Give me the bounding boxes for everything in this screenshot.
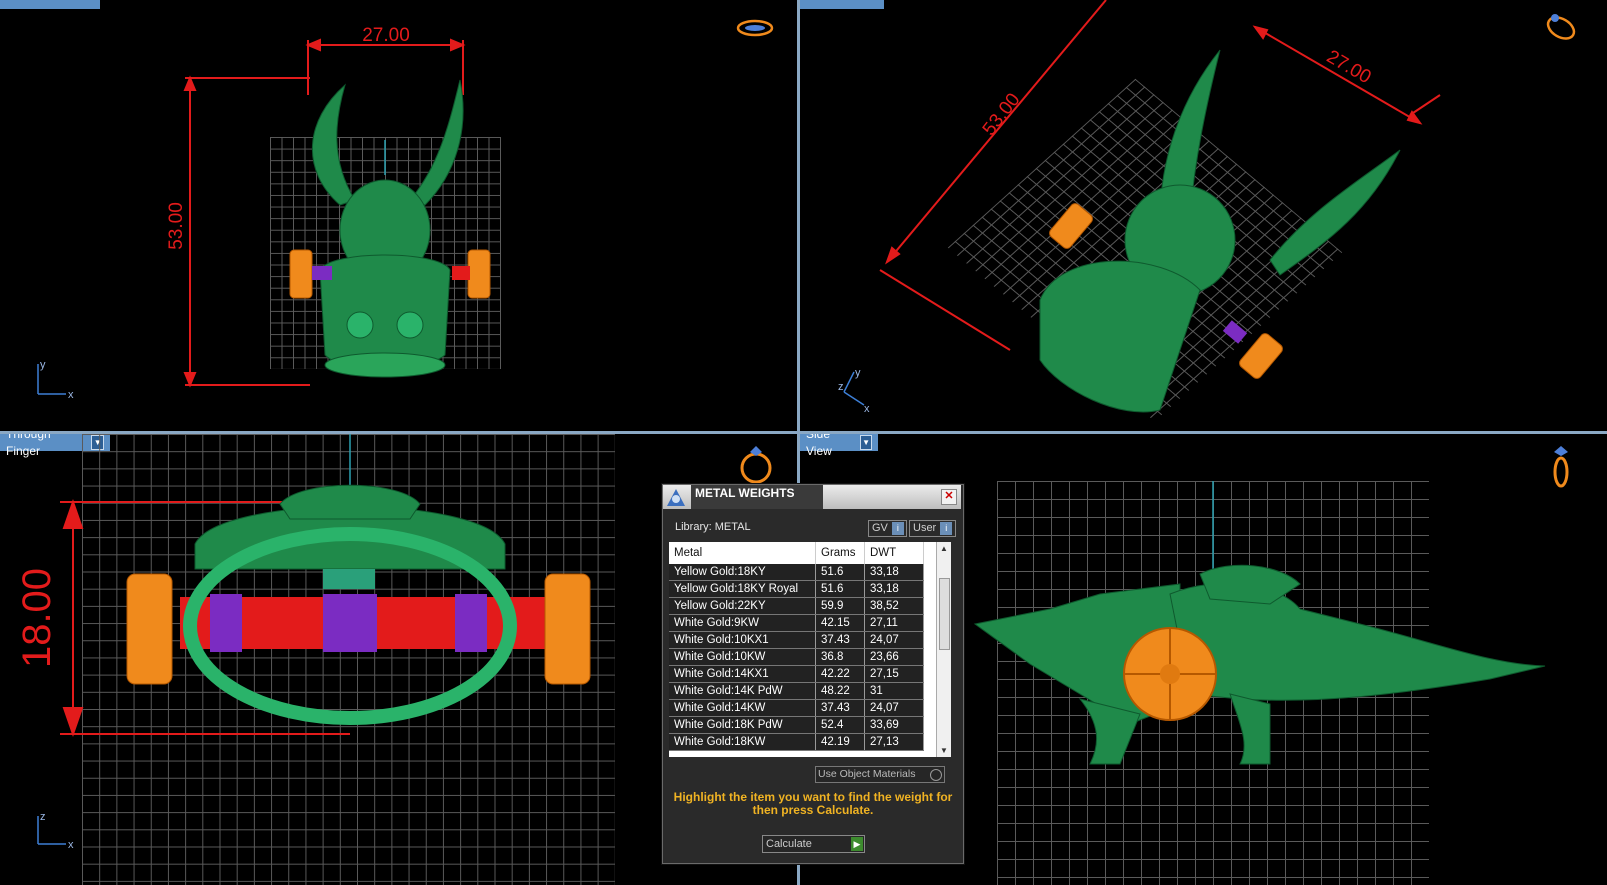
table-scrollbar[interactable]: ▲ ▼ [936, 542, 951, 757]
table-row[interactable]: White Gold:10KX1 37.43 24,07 [669, 631, 924, 649]
table-row[interactable]: White Gold:9KW 42.15 27,11 [669, 614, 924, 632]
play-arrow-icon: ▶ [851, 837, 863, 851]
cell-metal: White Gold:18KW [669, 733, 816, 751]
dialog-titlebar[interactable]: METAL WEIGHTS ✕ [663, 485, 961, 509]
use-object-materials-option[interactable]: Use Object Materials [815, 766, 945, 783]
cell-dwt: 31 [864, 682, 924, 700]
cell-grams: 42.15 [815, 614, 865, 632]
library-label: Library: METAL [675, 521, 751, 533]
cell-grams: 36.8 [815, 648, 865, 666]
cell-dwt: 33,18 [864, 580, 924, 598]
table-row[interactable]: White Gold:14KW 37.43 24,07 [669, 699, 924, 717]
cell-dwt: 33,18 [864, 564, 924, 581]
toggle-gv[interactable]: GV i [868, 520, 907, 537]
table-header-row: Metal Grams DWT [669, 542, 924, 564]
ring-icon-top-left[interactable] [736, 18, 774, 38]
toggle-user-label: User [913, 522, 937, 534]
viewport-perspective[interactable]: 53.00 27.00 y z x [800, 0, 1607, 431]
dim-finger-label: 18.00 [15, 568, 59, 668]
axis-y-label-persp: y [855, 367, 861, 379]
ring-icon-through-finger[interactable] [736, 444, 776, 484]
cell-grams: 52.4 [815, 716, 865, 734]
table-row[interactable]: White Gold:18K PdW 52.4 33,69 [669, 716, 924, 734]
cell-dwt: 33,69 [864, 716, 924, 734]
cell-dwt: 24,07 [864, 699, 924, 717]
cell-metal: White Gold:14KX1 [669, 665, 816, 683]
cell-metal: Yellow Gold:18KY [669, 564, 816, 581]
cell-metal: White Gold:14KW [669, 699, 816, 717]
top-view-drawing: 27.00 53.00 y x [37, 25, 491, 401]
axis-z-label-finger: z [40, 811, 46, 823]
scroll-down-icon[interactable]: ▼ [940, 746, 948, 755]
cell-dwt: 27,13 [864, 733, 924, 751]
metal-weights-dialog[interactable]: METAL WEIGHTS ✕ Library: METAL GV i User i… [662, 484, 964, 864]
scrollbar-thumb[interactable] [939, 578, 950, 650]
cell-dwt: 27,15 [864, 665, 924, 683]
calculate-button[interactable]: Calculate ▶ [762, 835, 865, 853]
app-logo-icon [665, 488, 687, 508]
axis-x-label: x [68, 389, 74, 401]
table-row[interactable]: Yellow Gold:22KY 59.9 38,52 [669, 597, 924, 615]
cell-metal: White Gold:9KW [669, 614, 816, 632]
cell-grams: 37.43 [815, 699, 865, 717]
column-header-dwt[interactable]: DWT [864, 542, 924, 564]
use-object-materials-label: Use Object Materials [818, 768, 916, 780]
cell-dwt: 23,66 [864, 648, 924, 666]
dialog-title: METAL WEIGHTS [691, 485, 823, 509]
scroll-up-icon[interactable]: ▲ [940, 544, 948, 553]
toggle-user[interactable]: User i [909, 520, 956, 537]
table-row[interactable]: Yellow Gold:18KY Royal 51.6 33,18 [669, 580, 924, 598]
cell-metal: Yellow Gold:22KY [669, 597, 816, 615]
close-icon[interactable]: ✕ [941, 489, 957, 505]
table-row[interactable]: White Gold:14KX1 42.22 27,15 [669, 665, 924, 683]
radio-indicator-icon[interactable] [930, 769, 942, 781]
table-row[interactable]: White Gold:18KW 42.19 27,13 [669, 733, 924, 751]
table-row[interactable]: White Gold:10KW 36.8 23,66 [669, 648, 924, 666]
cell-metal: White Gold:10KX1 [669, 631, 816, 649]
cell-grams: 51.6 [815, 564, 865, 581]
cell-grams: 51.6 [815, 580, 865, 598]
column-header-grams[interactable]: Grams [815, 542, 865, 564]
dim-height-label: 53.00 [166, 202, 187, 250]
axis-y-label: y [40, 359, 46, 371]
toggle-gv-label: GV [872, 522, 888, 534]
cell-metal: White Gold:14K PdW [669, 682, 816, 700]
calculate-hint: Highlight the item you want to find the … [673, 790, 953, 817]
cell-dwt: 27,11 [864, 614, 924, 632]
axis-z-label-persp: z [838, 381, 844, 393]
calculate-label: Calculate [766, 838, 812, 850]
info-icon: i [891, 522, 904, 535]
metal-weights-table[interactable]: Metal Grams DWT Yellow Gold:18KY 51.6 33,1… [669, 542, 951, 757]
axis-x-label-persp: x [864, 403, 870, 415]
cell-metal: Yellow Gold:18KY Royal [669, 580, 816, 598]
perspective-drawing: 53.00 27.00 y z x [838, 0, 1441, 415]
dim-width-label: 27.00 [362, 25, 410, 46]
column-header-metal[interactable]: Metal [669, 542, 816, 564]
cell-grams: 48.22 [815, 682, 865, 700]
cell-grams: 37.43 [815, 631, 865, 649]
cell-grams: 59.9 [815, 597, 865, 615]
axis-x-label-finger: x [68, 839, 74, 851]
dim-height-label-persp: 53.00 [979, 89, 1025, 139]
table-row[interactable]: White Gold:14K PdW 48.22 31 [669, 682, 924, 700]
table-row[interactable]: Yellow Gold:18KY 51.6 33,18 [669, 564, 924, 581]
viewport-top-view[interactable]: 27.00 53.00 y x [0, 0, 797, 431]
ring-icon-top-right[interactable] [1544, 10, 1578, 42]
cell-grams: 42.22 [815, 665, 865, 683]
cell-metal: White Gold:10KW [669, 648, 816, 666]
cell-grams: 42.19 [815, 733, 865, 751]
cell-metal: White Gold:18K PdW [669, 716, 816, 734]
info-icon: i [940, 522, 953, 535]
cell-dwt: 38,52 [864, 597, 924, 615]
cell-dwt: 24,07 [864, 631, 924, 649]
ring-icon-side-view[interactable] [1548, 444, 1574, 488]
